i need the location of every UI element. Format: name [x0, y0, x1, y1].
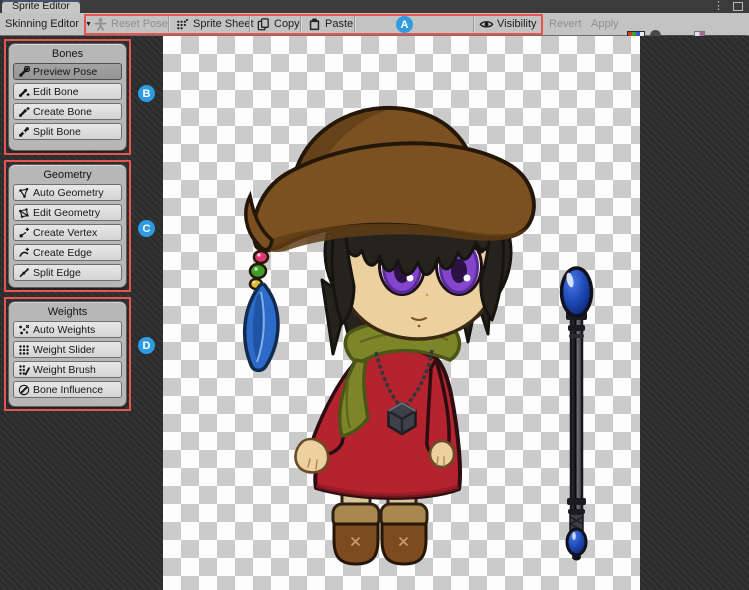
staff-sprite — [562, 268, 592, 561]
auto-geometry-button[interactable]: Auto Geometry — [13, 184, 122, 201]
weight-brush-icon — [18, 364, 30, 376]
apply-button[interactable]: Apply — [591, 13, 619, 35]
split-edge-button[interactable]: Split Edge — [13, 264, 122, 281]
split-bone-button[interactable]: Split Bone — [13, 123, 122, 140]
edit-bone-icon — [18, 86, 30, 98]
feather — [245, 284, 278, 370]
create-bone-button[interactable]: Create Bone — [13, 103, 122, 120]
create-bone-icon — [18, 106, 30, 118]
panel-weights: Weights Auto Weights Weight Slider Weigh… — [8, 301, 127, 407]
kebab-menu-icon[interactable]: ⋮ — [713, 1, 724, 12]
tab-sprite-editor[interactable]: Sprite Editor — [2, 0, 80, 13]
visibility-button[interactable]: Visibility — [479, 13, 537, 35]
panel-bones: Bones Preview Pose Edit Bone Create Bone — [8, 43, 127, 151]
panel-weights-title: Weights — [9, 305, 126, 321]
preview-pose-button[interactable]: Preview Pose — [13, 63, 122, 80]
toolbar: Skinning Editor ▼ Reset Pose — [0, 13, 749, 36]
copy-icon — [256, 17, 271, 32]
edit-geometry-button[interactable]: Edit Geometry — [13, 204, 122, 221]
bone-influence-button[interactable]: Bone Influence — [13, 381, 122, 398]
reset-pose-button[interactable]: Reset Pose — [93, 13, 168, 35]
sprite-sheet-icon — [175, 17, 190, 32]
bone-influence-icon — [18, 384, 30, 396]
toolbar-separator — [300, 16, 301, 32]
copy-button[interactable]: Copy — [256, 13, 300, 35]
toolbar-separator — [473, 16, 474, 32]
chevron-down-icon: ▼ — [85, 21, 92, 28]
right-empty-area — [640, 36, 749, 590]
paste-icon — [307, 17, 322, 32]
toolbar-separator — [249, 16, 250, 32]
panel-geometry-title: Geometry — [9, 168, 126, 184]
weight-slider-button[interactable]: Weight Slider — [13, 341, 122, 358]
weight-slider-icon — [18, 344, 30, 356]
split-bone-icon — [18, 126, 30, 138]
titlebar: Sprite Editor ⋮ — [0, 0, 749, 13]
witch-hat — [246, 108, 534, 252]
revert-button[interactable]: Revert — [549, 13, 581, 35]
preview-pose-bone-icon — [18, 66, 30, 78]
create-edge-button[interactable]: Create Edge — [13, 244, 122, 261]
reset-pose-icon — [93, 17, 108, 32]
sprite-canvas[interactable] — [163, 36, 640, 590]
auto-weights-button[interactable]: Auto Weights — [13, 321, 122, 338]
paste-button[interactable]: Paste — [307, 13, 353, 35]
edit-geometry-icon — [18, 207, 30, 219]
toolbar-separator — [354, 16, 355, 32]
maximize-icon[interactable] — [733, 2, 743, 11]
unity-cube-pendant — [389, 403, 416, 434]
sprite-editor-window: Sprite Editor ⋮ Skinning Editor ▼ Reset … — [0, 0, 749, 590]
skinning-editor-dropdown[interactable]: Skinning Editor ▼ — [5, 13, 92, 35]
create-vertex-button[interactable]: Create Vertex — [13, 224, 122, 241]
content: Bones Preview Pose Edit Bone Create Bone — [0, 36, 749, 590]
sprite-sheet-button[interactable]: Sprite Sheet — [175, 13, 254, 35]
panel-geometry: Geometry Auto Geometry Edit Geometry Cre… — [8, 164, 127, 288]
create-vertex-icon — [18, 227, 30, 239]
create-edge-icon — [18, 247, 30, 259]
character-sprite — [230, 80, 610, 580]
split-edge-icon — [18, 267, 30, 279]
visibility-eye-icon — [479, 17, 494, 32]
panel-bones-title: Bones — [9, 47, 126, 63]
toolbar-separator — [168, 16, 169, 32]
edit-bone-button[interactable]: Edit Bone — [13, 83, 122, 100]
witch-character — [245, 108, 534, 564]
auto-weights-icon — [18, 324, 30, 336]
auto-geometry-icon — [18, 187, 30, 199]
weight-brush-button[interactable]: Weight Brush — [13, 361, 122, 378]
